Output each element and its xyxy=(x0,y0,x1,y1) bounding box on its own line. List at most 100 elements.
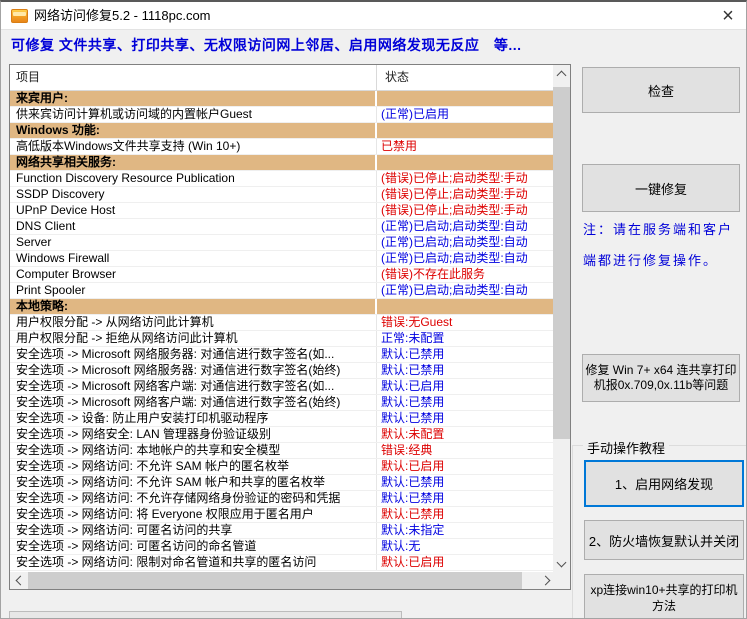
table-row[interactable]: SSDP Discovery (错误)已停止;启动类型:手动 xyxy=(10,187,553,203)
status-cell: 默认:已禁用 xyxy=(381,491,445,505)
status-cell: 错误:经典 xyxy=(381,443,433,457)
status-cell: 默认:已禁用 xyxy=(381,411,445,425)
item-cell: 安全选项 -> 网络访问: 不允许 SAM 帐户和共享的匿名枚举 xyxy=(10,475,377,490)
item-cell: 安全选项 -> 网络访问: 不允许 SAM 帐户的匿名枚举 xyxy=(10,459,377,474)
item-cell: 安全选项 -> 网络访问: 限制对命名管道和共享的匿名访问 xyxy=(10,555,377,570)
section-row[interactable]: 本地策略: xyxy=(10,299,553,315)
status-list: 项目 状态 来宾用户: 供来宾访问计算机或访问域的内置帐户Guest (正常)已启用… xyxy=(9,64,571,590)
status-cell: (正常)已启动;启动类型:自动 xyxy=(381,283,528,297)
status-cell: (错误)已停止;启动类型:手动 xyxy=(381,171,528,185)
item-cell: 安全选项 -> Microsoft 网络客户端: 对通信进行数字签名(如... xyxy=(10,379,377,394)
column-header-item[interactable]: 项目 xyxy=(10,65,377,90)
item-cell: 网络共享相关服务: xyxy=(10,155,377,170)
firewall-restore-button[interactable]: 2、防火墙恢复默认并关闭 xyxy=(584,520,744,560)
status-cell: 已禁用 xyxy=(381,139,418,153)
status-cell: 正常:未配置 xyxy=(381,331,445,345)
close-icon[interactable]: × xyxy=(714,4,742,28)
item-cell: 安全选项 -> 网络访问: 本地帐户的共享和安全模型 xyxy=(10,443,377,458)
scroll-up-button[interactable] xyxy=(553,65,570,82)
status-cell: 默认:已禁用 xyxy=(381,395,445,409)
item-cell: 用户权限分配 -> 从网络访问此计算机 xyxy=(10,315,377,330)
feature-subtitle: 可修复 文件共享、打印共享、无权限访问网上邻居、启用网络发现无反应 等... xyxy=(11,37,522,53)
app-icon xyxy=(11,9,28,23)
table-row[interactable]: 安全选项 -> 网络访问: 可匿名访问的共享 默认:未指定 xyxy=(10,523,553,539)
status-cell xyxy=(377,91,553,106)
table-row[interactable]: 安全选项 -> Microsoft 网络客户端: 对通信进行数字签名(如... 默… xyxy=(10,379,553,395)
table-row[interactable]: 供来宾访问计算机或访问域的内置帐户Guest (正常)已启用 xyxy=(10,107,553,123)
table-row[interactable]: Print Spooler (正常)已启动;启动类型:自动 xyxy=(10,283,553,299)
horizontal-scroll-thumb[interactable] xyxy=(28,572,522,589)
vertical-scroll-thumb[interactable] xyxy=(553,87,570,439)
status-cell xyxy=(377,299,553,314)
scroll-down-button[interactable] xyxy=(553,555,570,572)
table-row[interactable]: Computer Browser (错误)不存在此服务 xyxy=(10,267,553,283)
item-cell: 安全选项 -> Microsoft 网络服务器: 对通信进行数字签名(始终) xyxy=(10,363,377,378)
status-cell: 默认:未指定 xyxy=(381,523,445,537)
section-row[interactable]: Windows 功能: xyxy=(10,123,553,139)
table-row[interactable]: 安全选项 -> 网络访问: 将 Everyone 权限应用于匿名用户 默认:已禁用 xyxy=(10,507,553,523)
item-cell: 来宾用户: xyxy=(10,91,377,106)
repair-note: 注：请在服务端和客户端都进行修复操作。 xyxy=(583,222,734,268)
section-row[interactable]: 来宾用户: xyxy=(10,91,553,107)
section-row[interactable]: 网络共享相关服务: xyxy=(10,155,553,171)
table-row[interactable]: 安全选项 -> 网络访问: 不允许 SAM 帐户的匿名枚举 默认:已启用 xyxy=(10,459,553,475)
table-row[interactable]: Server (正常)已启动;启动类型:自动 xyxy=(10,235,553,251)
item-cell: 高低版本Windows文件共享支持 (Win 10+) xyxy=(10,139,377,154)
item-cell: Computer Browser xyxy=(10,267,377,282)
xp-connect-win10-printer-button[interactable]: xp连接win10+共享的打印机方法 xyxy=(584,574,744,618)
list-header[interactable]: 项目 状态 xyxy=(10,65,553,91)
table-row[interactable]: 安全选项 -> 网络安全: LAN 管理器身份验证级别 默认:未配置 xyxy=(10,427,553,443)
item-cell: 供来宾访问计算机或访问域的内置帐户Guest xyxy=(10,107,377,122)
status-cell: 默认:已禁用 xyxy=(381,363,445,377)
table-row[interactable]: 安全选项 -> 网络访问: 不允许存储网络身份验证的密码和凭据 默认:已禁用 xyxy=(10,491,553,507)
item-cell: 安全选项 -> 网络访问: 不允许存储网络身份验证的密码和凭据 xyxy=(10,491,377,506)
table-row[interactable]: 安全选项 -> Microsoft 网络服务器: 对通信进行数字签名(如... 默… xyxy=(10,347,553,363)
table-row[interactable]: Windows Firewall (正常)已启动;启动类型:自动 xyxy=(10,251,553,267)
table-row[interactable]: 安全选项 -> 网络访问: 可匿名访问的命名管道 默认:无 xyxy=(10,539,553,555)
item-cell: 本地策略: xyxy=(10,299,377,314)
item-cell: Print Spooler xyxy=(10,283,377,298)
status-cell: 默认:已启用 xyxy=(381,379,445,393)
chevron-down-icon xyxy=(556,557,567,567)
table-row[interactable]: 安全选项 -> 设备: 防止用户安装打印机驱动程序 默认:已禁用 xyxy=(10,411,553,427)
status-cell: 默认:已启用 xyxy=(381,555,445,569)
table-row[interactable]: 安全选项 -> Microsoft 网络服务器: 对通信进行数字签名(始终) 默认… xyxy=(10,363,553,379)
item-cell: Windows 功能: xyxy=(10,123,377,138)
check-button[interactable]: 检查 xyxy=(582,67,740,113)
table-row[interactable]: DNS Client (正常)已启动;启动类型:自动 xyxy=(10,219,553,235)
horizontal-scrollbar[interactable] xyxy=(10,572,555,589)
manual-tutorial-label: 手动操作教程 xyxy=(583,438,670,457)
status-cell: 默认:无 xyxy=(381,539,421,553)
status-cell: (正常)已启动;启动类型:自动 xyxy=(381,219,528,233)
chevron-right-icon xyxy=(540,575,550,586)
vertical-scrollbar[interactable] xyxy=(553,65,570,572)
table-body: 来宾用户: 供来宾访问计算机或访问域的内置帐户Guest (正常)已启用 Window… xyxy=(10,91,553,571)
table-row[interactable]: 安全选项 -> 网络访问: 不允许 SAM 帐户和共享的匿名枚举 默认:已禁用 xyxy=(10,475,553,491)
table-row[interactable]: 高低版本Windows文件共享支持 (Win 10+) 已禁用 xyxy=(10,139,553,155)
bottom-partial-control xyxy=(9,611,402,618)
enable-network-discovery-button[interactable]: 1、启用网络发现 xyxy=(584,460,744,507)
item-cell: 安全选项 -> Microsoft 网络服务器: 对通信进行数字签名(如... xyxy=(10,347,377,362)
status-cell: 默认:已禁用 xyxy=(381,507,445,521)
table-row[interactable]: Function Discovery Resource Publication (… xyxy=(10,171,553,187)
title-bar: 网络访问修复5.2 - 1118pc.com × xyxy=(1,2,746,30)
status-cell: (错误)不存在此服务 xyxy=(381,267,485,281)
status-cell: (正常)已启动;启动类型:自动 xyxy=(381,235,528,249)
item-cell: 安全选项 -> 网络安全: LAN 管理器身份验证级别 xyxy=(10,427,377,442)
table-row[interactable]: 安全选项 -> 网络访问: 本地帐户的共享和安全模型 错误:经典 xyxy=(10,443,553,459)
table-row[interactable]: 安全选项 -> 网络访问: 限制对命名管道和共享的匿名访问 默认:已启用 xyxy=(10,555,553,571)
window-title: 网络访问修复5.2 - 1118pc.com xyxy=(34,8,211,23)
column-header-status[interactable]: 状态 xyxy=(377,65,553,90)
chevron-left-icon xyxy=(15,575,25,586)
item-cell: 安全选项 -> Microsoft 网络客户端: 对通信进行数字签名(始终) xyxy=(10,395,377,410)
table-row[interactable]: 用户权限分配 -> 从网络访问此计算机 错误:无Guest xyxy=(10,315,553,331)
item-cell: SSDP Discovery xyxy=(10,187,377,202)
table-row[interactable]: UPnP Device Host (错误)已停止;启动类型:手动 xyxy=(10,203,553,219)
table-row[interactable]: 用户权限分配 -> 拒绝从网络访问此计算机 正常:未配置 xyxy=(10,331,553,347)
table-row[interactable]: 安全选项 -> Microsoft 网络客户端: 对通信进行数字签名(始终) 默认… xyxy=(10,395,553,411)
app-window: 网络访问修复5.2 - 1118pc.com × 可修复 文件共享、打印共享、无… xyxy=(0,0,747,619)
item-cell: 安全选项 -> 网络访问: 可匿名访问的命名管道 xyxy=(10,539,377,554)
one-click-repair-button[interactable]: 一键修复 xyxy=(582,164,740,212)
scroll-left-button[interactable] xyxy=(10,572,27,589)
fix-win7-printer-button[interactable]: 修复 Win 7+ x64 连共享打印机报0x.709,0x.11b等问题 xyxy=(582,354,740,402)
